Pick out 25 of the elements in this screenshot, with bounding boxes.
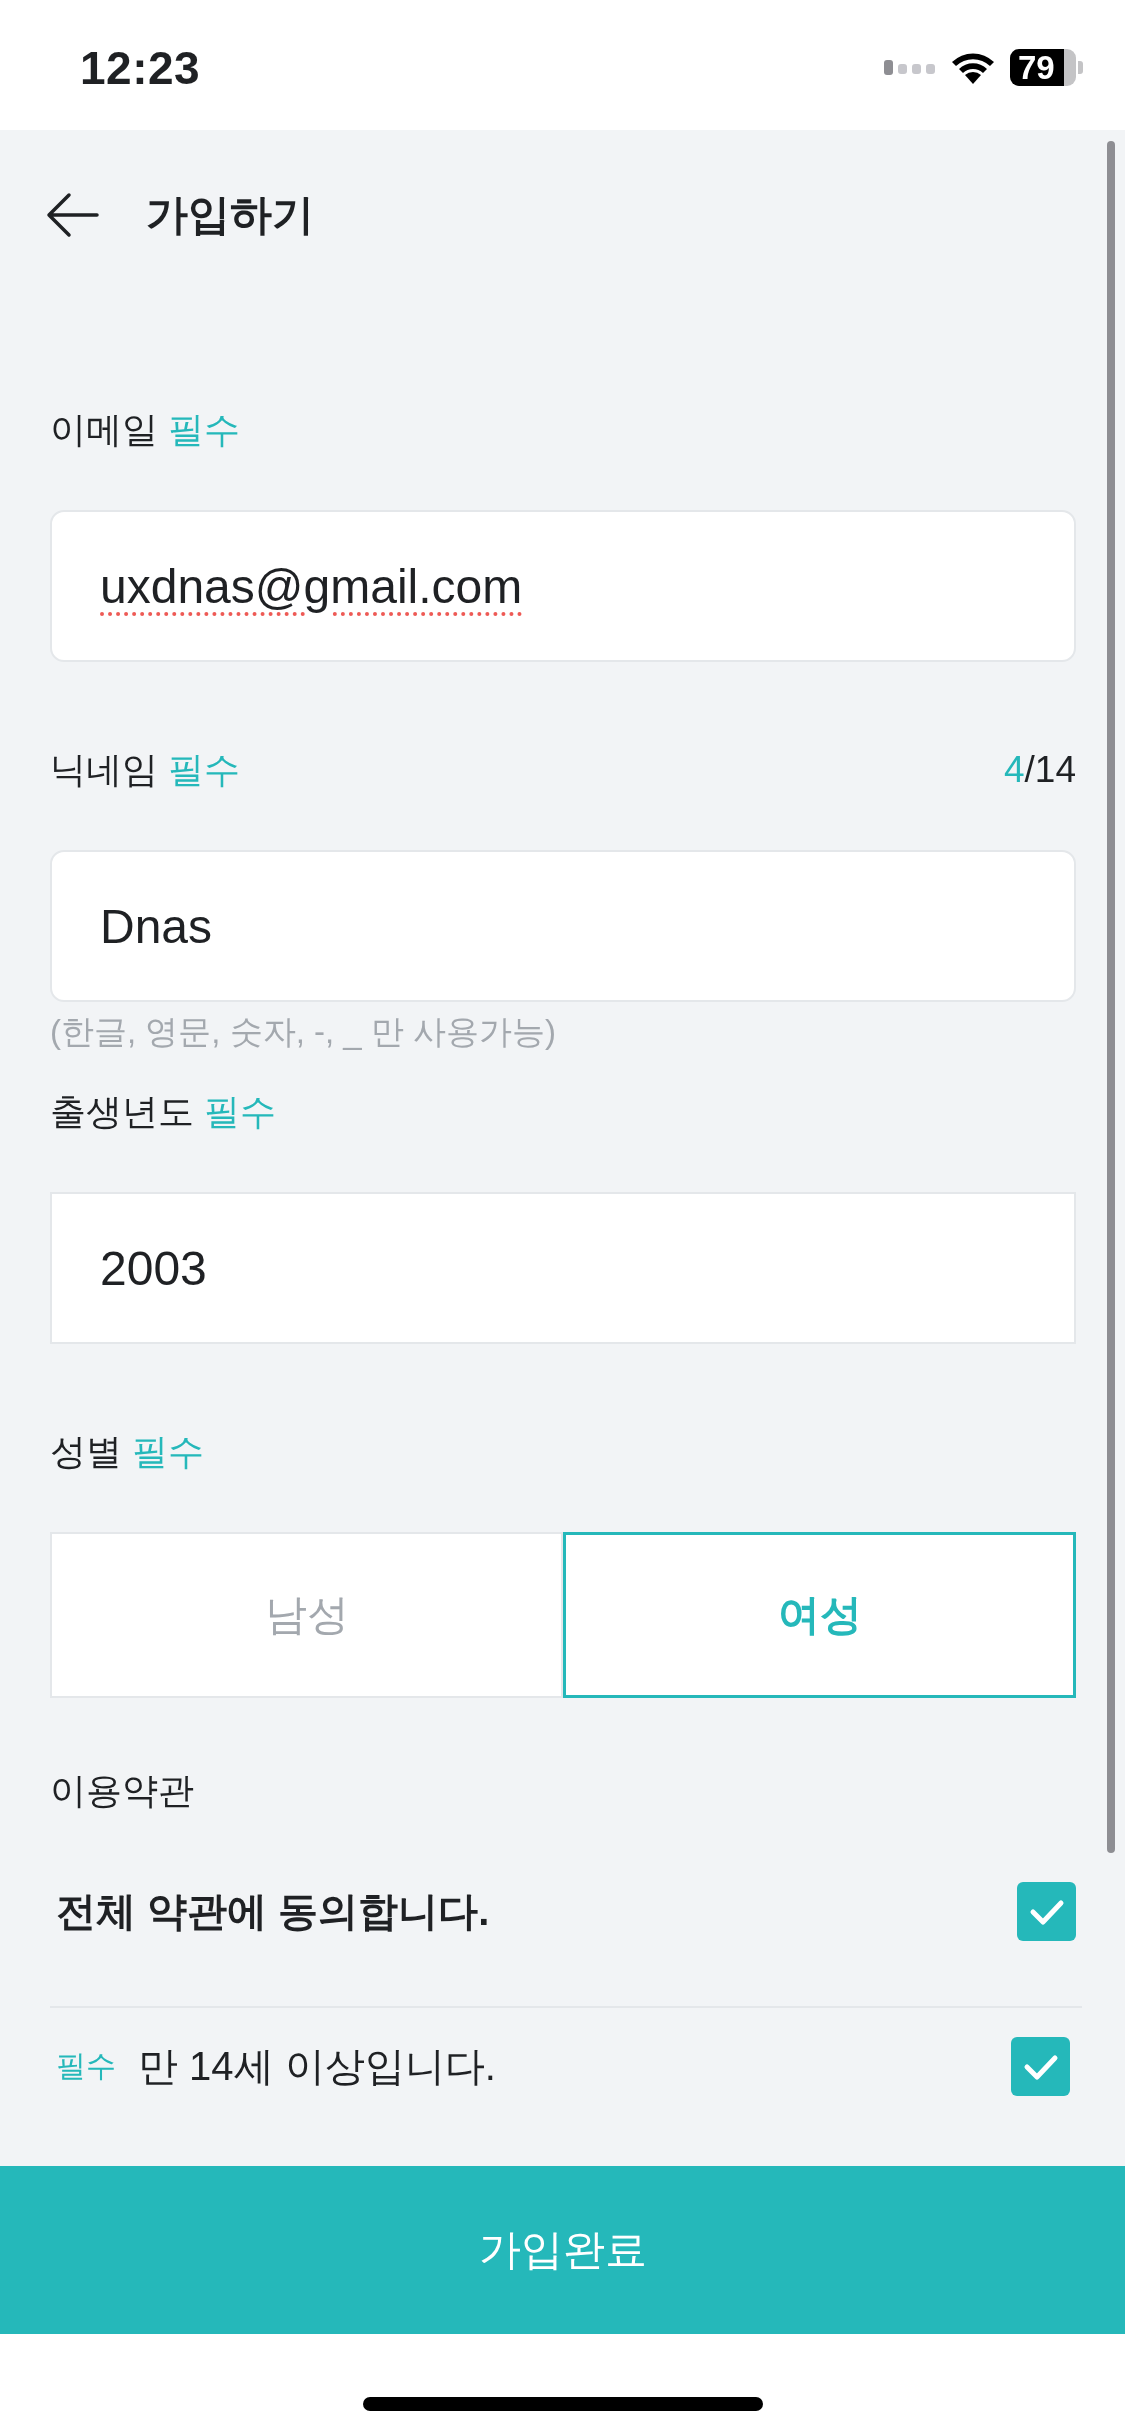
input-field[interactable]: Dnas xyxy=(50,850,1076,1002)
required-tag: 필수 xyxy=(168,405,240,455)
input-field[interactable]: uxdnas@gmail.com xyxy=(50,510,1076,662)
page-title: 가입하기 xyxy=(146,190,314,240)
signal-icon xyxy=(884,59,936,75)
hint-text: (한글, 영문, 숫자, -, _ 만 사용가능) xyxy=(50,1012,557,1052)
section-label: 이용약관 xyxy=(50,1769,195,1813)
character-counter: 4/14 xyxy=(1004,749,1076,791)
clock-time: 12:23 xyxy=(80,41,201,95)
field-label: 성별 xyxy=(50,1429,122,1474)
checkbox[interactable] xyxy=(1011,2036,1070,2096)
checkbox[interactable] xyxy=(1017,1881,1076,1941)
select-field[interactable]: 2003 xyxy=(50,1192,1076,1344)
required-tag: 필수 xyxy=(132,1427,204,1477)
agree-all-text: 전체 약관에 동의합니다. xyxy=(56,1887,490,1935)
required-tag: 필수 xyxy=(204,1087,276,1137)
term-text: 만 14세 이상입니다. xyxy=(138,2042,496,2090)
field-label: 닉네임 xyxy=(50,747,158,792)
required-tag: 필수 xyxy=(56,2045,116,2087)
back-arrow-icon[interactable] xyxy=(45,192,99,238)
required-tag: 필수 xyxy=(168,745,240,795)
battery-indicator: 79 xyxy=(1010,48,1083,86)
field-label: 출생년도 xyxy=(50,1089,194,1134)
wifi-icon xyxy=(950,50,996,84)
field-label: 이메일 xyxy=(50,407,158,452)
